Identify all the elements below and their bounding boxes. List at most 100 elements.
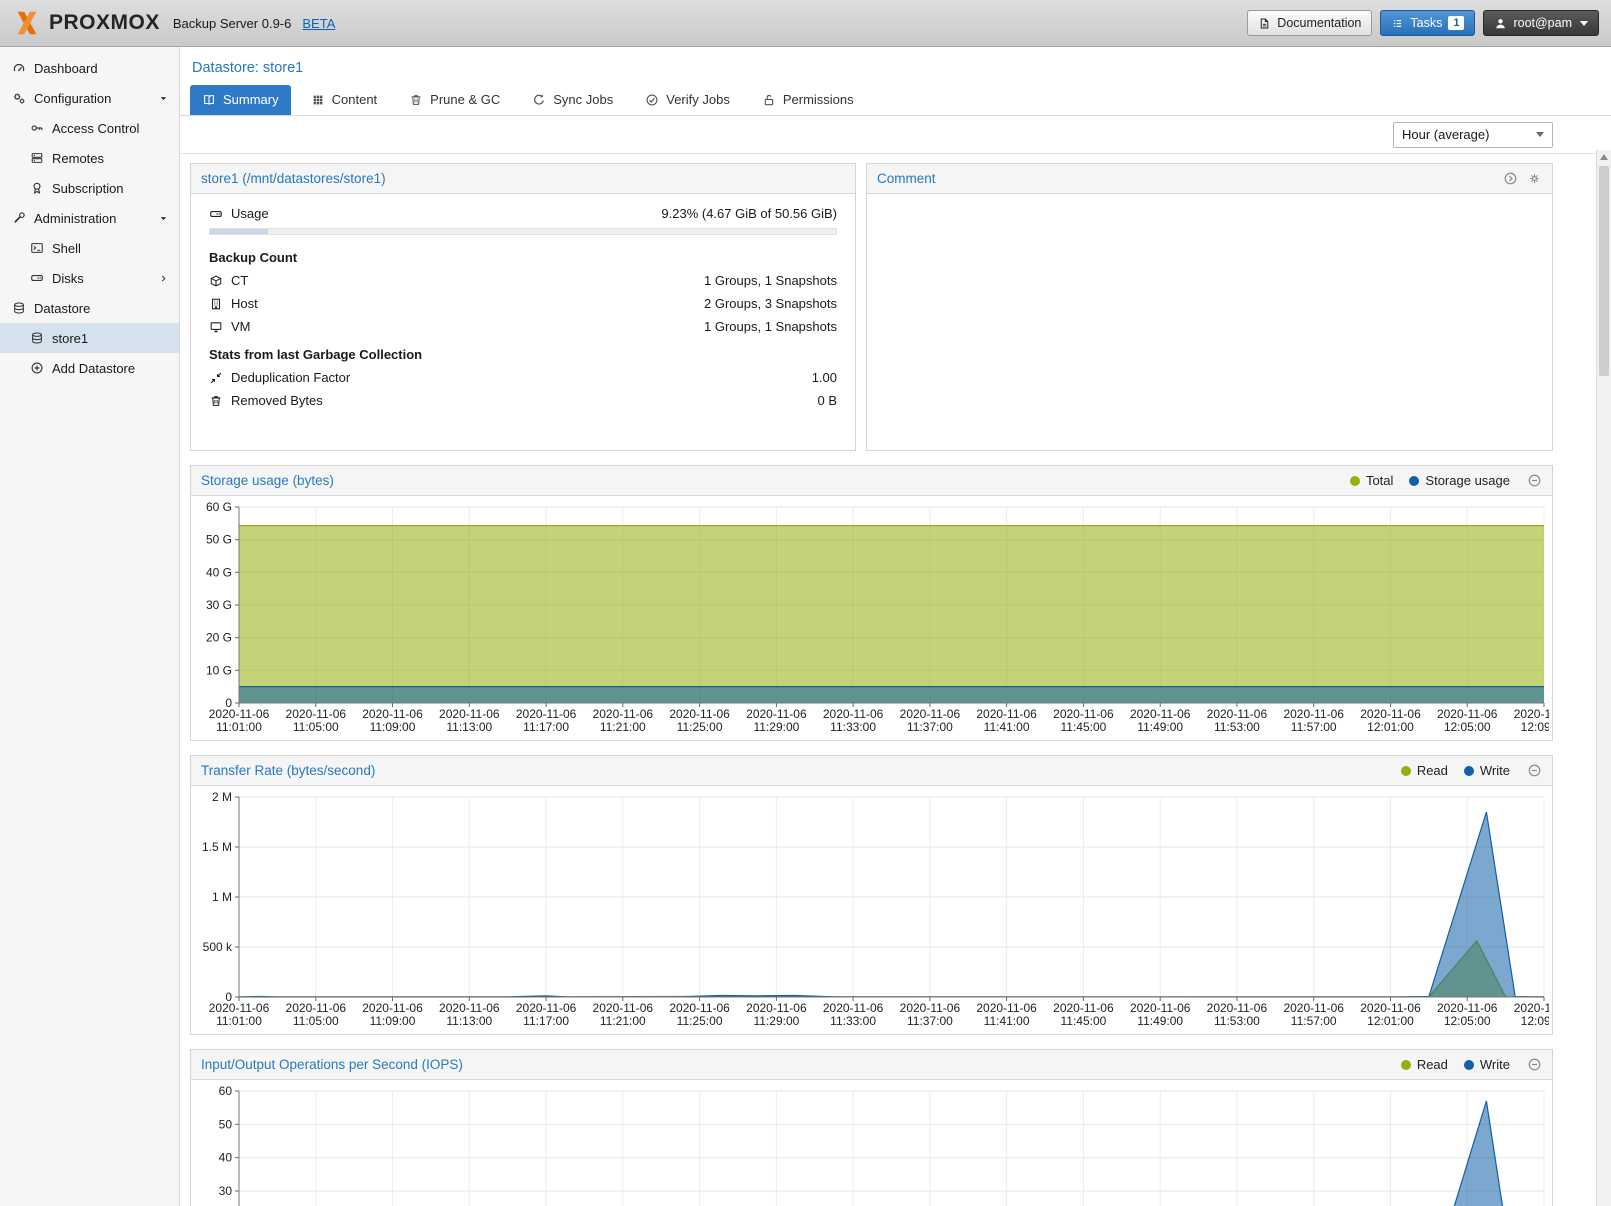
trash-icon xyxy=(409,93,423,107)
legend-item-storage-usage[interactable]: Storage usage xyxy=(1409,473,1510,488)
summary-row-vm: VM1 Groups, 1 Snapshots xyxy=(203,315,843,338)
svg-text:1 M: 1 M xyxy=(212,890,232,904)
scroll-up-arrow-icon[interactable] xyxy=(1600,154,1608,160)
main-area: Datastore: store1 SummaryContentPrune & … xyxy=(180,47,1611,1206)
sidebar-item-label: Subscription xyxy=(52,181,124,196)
tab-content[interactable]: Content xyxy=(299,85,390,115)
collapse-icon[interactable] xyxy=(1527,1057,1542,1072)
svg-text:2020-11-06: 2020-11-06 xyxy=(976,1001,1037,1015)
legend-item-read[interactable]: Read xyxy=(1401,763,1448,778)
tab-label: Permissions xyxy=(783,92,854,107)
iops-chart-panel: Input/Output Operations per Second (IOPS… xyxy=(190,1049,1553,1206)
svg-text:11:37:00: 11:37:00 xyxy=(907,1014,953,1028)
backup-count-title: Backup Count xyxy=(203,241,843,269)
svg-text:12:05:00: 12:05:00 xyxy=(1444,1014,1491,1028)
svg-text:11:01:00: 11:01:00 xyxy=(216,1014,262,1028)
documentation-button[interactable]: Documentation xyxy=(1247,10,1372,36)
panel-header: Input/Output Operations per Second (IOPS… xyxy=(191,1050,1552,1080)
vertical-scrollbar[interactable] xyxy=(1596,150,1611,1206)
svg-text:2020-11-06: 2020-11-06 xyxy=(286,707,347,721)
beta-link[interactable]: BETA xyxy=(302,16,335,31)
content-area: store1 (/mnt/datastores/store1) Usage 9.… xyxy=(180,154,1611,1206)
unlock-icon xyxy=(762,93,776,107)
datastore-summary-panel: store1 (/mnt/datastores/store1) Usage 9.… xyxy=(190,163,856,451)
svg-text:40: 40 xyxy=(219,1151,233,1165)
brand: PROXMOX Backup Server 0.9-6 BETA xyxy=(12,8,335,38)
topbar: PROXMOX Backup Server 0.9-6 BETA Documen… xyxy=(0,0,1611,47)
svg-text:2020-11-06: 2020-11-06 xyxy=(1360,1001,1421,1015)
wrench-icon xyxy=(12,211,26,225)
user-menu-button[interactable]: root@pam xyxy=(1483,10,1599,36)
grid-icon xyxy=(311,93,325,107)
toolbar: Hour (average) xyxy=(180,116,1611,154)
time-range-select[interactable]: Hour (average) xyxy=(1393,122,1553,148)
usage-label: Usage xyxy=(231,206,269,221)
legend-item-read[interactable]: Read xyxy=(1401,1057,1448,1072)
tab-label: Verify Jobs xyxy=(666,92,730,107)
sidebar-item-label: Datastore xyxy=(34,301,90,316)
sidebar-item-store1[interactable]: store1 xyxy=(0,323,179,353)
user-icon xyxy=(1494,17,1507,30)
tab-bar: Summary ContentPrune & GC Sync Jobs Verify … xyxy=(180,81,1611,116)
svg-text:11:21:00: 11:21:00 xyxy=(600,720,646,734)
svg-text:2020-11-06: 2020-11-06 xyxy=(362,707,423,721)
svg-text:11:57:00: 11:57:00 xyxy=(1291,720,1337,734)
svg-text:2020-11-06: 2020-11-06 xyxy=(1130,1001,1191,1015)
panel-header: Storage usage (bytes) Total Storage usage xyxy=(191,466,1552,496)
legend-dot xyxy=(1350,476,1360,486)
sidebar: Dashboard ConfigurationAccess ControlRemo… xyxy=(0,47,180,1206)
svg-text:2020-11-06: 2020-11-06 xyxy=(1053,1001,1114,1015)
chevron-circle-icon[interactable] xyxy=(1503,171,1518,186)
tab-sync-jobs[interactable]: Sync Jobs xyxy=(520,85,625,115)
collapse-icon[interactable] xyxy=(1527,473,1542,488)
svg-text:10 G: 10 G xyxy=(206,663,232,677)
svg-text:11:41:00: 11:41:00 xyxy=(984,1014,1030,1028)
check-circle-icon xyxy=(645,93,659,107)
sidebar-item-remotes[interactable]: Remotes xyxy=(0,143,179,173)
sidebar-item-add-datastore[interactable]: Add Datastore xyxy=(0,353,179,383)
chevron-down-icon xyxy=(158,213,169,224)
svg-text:2020-11-06: 2020-11-06 xyxy=(286,1001,347,1015)
tab-permissions[interactable]: Permissions xyxy=(750,85,866,115)
collapse-icon[interactable] xyxy=(1527,763,1542,778)
legend-item-write[interactable]: Write xyxy=(1464,1057,1510,1072)
legend-item-write[interactable]: Write xyxy=(1464,763,1510,778)
svg-text:2020-11-06: 2020-11-06 xyxy=(746,1001,807,1015)
sidebar-item-datastore[interactable]: Datastore xyxy=(0,293,179,323)
svg-text:2020-11-06: 2020-11-06 xyxy=(1207,707,1268,721)
panel-title: store1 (/mnt/datastores/store1) xyxy=(201,171,386,186)
ticket-icon xyxy=(30,181,44,195)
tab-prune-gc[interactable]: Prune & GC xyxy=(397,85,512,115)
sidebar-item-shell[interactable]: Shell xyxy=(0,233,179,263)
sidebar-item-disks[interactable]: Disks xyxy=(0,263,179,293)
scrollbar-thumb[interactable] xyxy=(1599,166,1609,376)
sidebar-item-subscription[interactable]: Subscription xyxy=(0,173,179,203)
svg-text:2020-11-06: 2020-11-06 xyxy=(209,1001,270,1015)
sidebar-item-dashboard[interactable]: Dashboard xyxy=(0,53,179,83)
tasks-button[interactable]: Tasks 1 xyxy=(1380,10,1475,36)
gear-icon[interactable] xyxy=(1527,171,1542,186)
svg-text:11:13:00: 11:13:00 xyxy=(446,720,492,734)
tab-verify-jobs[interactable]: Verify Jobs xyxy=(633,85,742,115)
panel-title: Storage usage (bytes) xyxy=(201,473,334,488)
svg-text:12:01:00: 12:01:00 xyxy=(1367,1014,1414,1028)
panel-header: Comment xyxy=(867,164,1552,194)
legend-item-total[interactable]: Total xyxy=(1350,473,1393,488)
svg-text:50 G: 50 G xyxy=(206,533,232,547)
row-label: CT xyxy=(231,273,248,288)
svg-text:1.5 M: 1.5 M xyxy=(202,840,232,854)
chart-legend: Read Write xyxy=(1401,763,1510,778)
tab-summary[interactable]: Summary xyxy=(190,85,291,115)
chart-body: 01020304050602020-11-0611:01:002020-11-0… xyxy=(191,1080,1552,1206)
sidebar-item-label: Dashboard xyxy=(34,61,98,76)
row-label: Removed Bytes xyxy=(231,393,323,408)
row-value: 0 B xyxy=(817,393,837,408)
panel-tools: Read Write xyxy=(1401,763,1542,778)
sidebar-item-access-control[interactable]: Access Control xyxy=(0,113,179,143)
sidebar-item-configuration[interactable]: Configuration xyxy=(0,83,179,113)
gc-rows: Deduplication Factor1.00Removed Bytes0 B xyxy=(203,366,843,412)
svg-text:50: 50 xyxy=(219,1117,233,1131)
sidebar-item-administration[interactable]: Administration xyxy=(0,203,179,233)
comment-body[interactable] xyxy=(867,194,1552,450)
svg-text:11:29:00: 11:29:00 xyxy=(753,1014,799,1028)
